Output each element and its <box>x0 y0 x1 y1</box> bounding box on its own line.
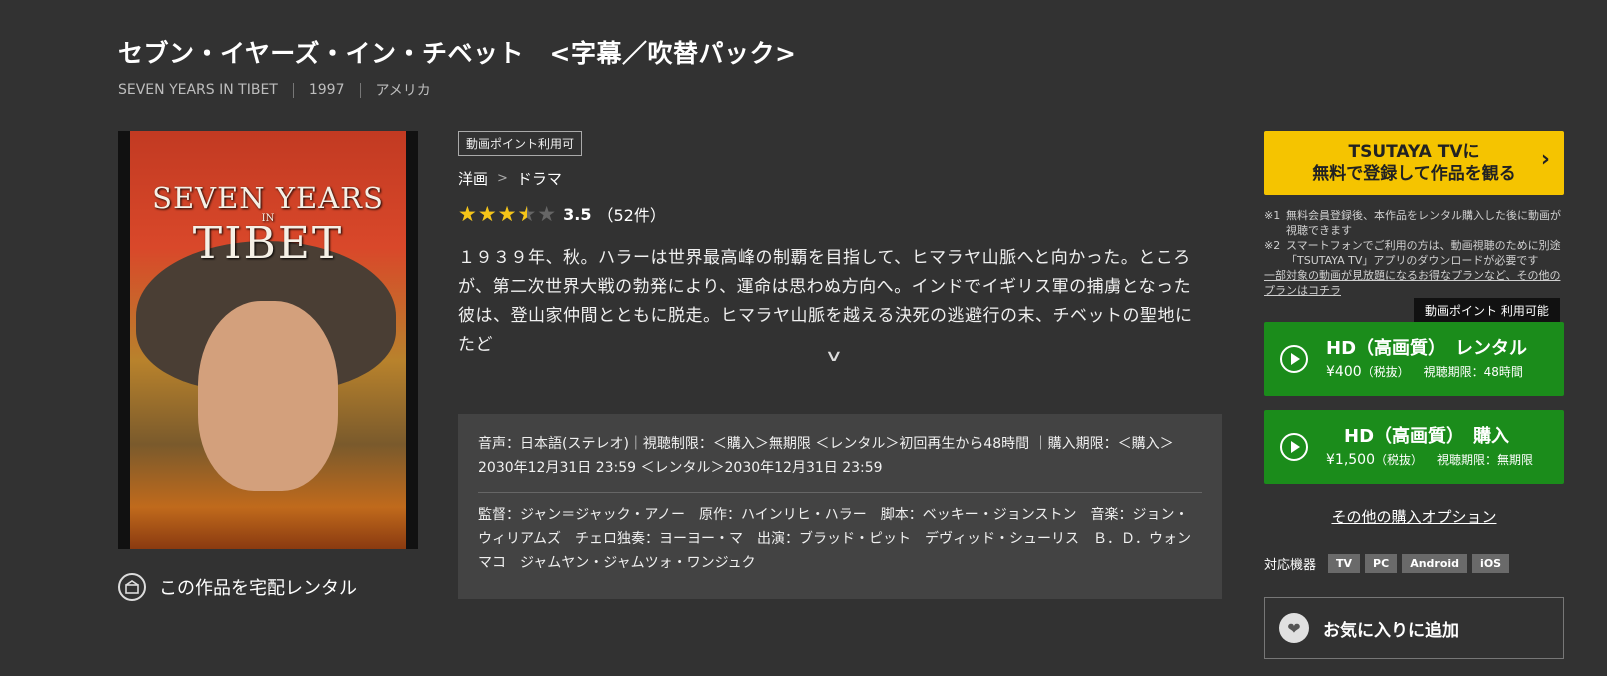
note-item: ※2 スマートフォンでご利用の方は、動画視聴のために別途「TSUTAYA TV」ア… <box>1264 238 1564 268</box>
rental-button[interactable]: HD（高画質） レンタル ¥400（税抜） 視聴期限：48時間 <box>1264 322 1564 396</box>
other-options-link[interactable]: その他の購入オプション <box>1264 506 1564 527</box>
title-meta: SEVEN YEARS IN TIBET 1997 アメリカ <box>118 80 431 100</box>
poster-title-line1: SEVEN YEARS <box>152 181 384 215</box>
country: アメリカ <box>375 83 431 99</box>
divider <box>359 82 361 98</box>
poster-face <box>198 301 338 491</box>
note-text: スマートフォンでご利用の方は、動画視聴のために別途「TSUTAYA TV」アプリ… <box>1286 239 1561 267</box>
divider <box>478 492 1202 493</box>
rating: ★★★★★ ★★★★★ 3.5 （52件） <box>458 202 666 226</box>
purchase-limit: 視聴期限：無期限 <box>1437 453 1534 467</box>
breadcrumb-item-subgenre[interactable]: ドラマ <box>517 168 562 189</box>
poster-title-line3: TIBET <box>192 218 344 269</box>
device-badge-tv: TV <box>1328 554 1361 573</box>
divider <box>292 82 294 98</box>
release-year: 1997 <box>308 82 345 98</box>
play-icon <box>1280 345 1308 373</box>
devices-label: 対応機器 <box>1264 558 1317 573</box>
rating-score: 3.5 <box>563 204 592 224</box>
note-key: ※2 <box>1264 239 1281 252</box>
info-box: 音声：日本語(ステレオ)｜視聴制限：＜購入＞無期限 ＜レンタル＞初回再生から48… <box>458 414 1222 599</box>
synopsis: １９３９年、秋。ハラーは世界最高峰の制覇を目指して、ヒマラヤ山脈へと向かった。と… <box>458 248 1193 355</box>
rental-price-line: ¥400（税抜） 視聴期限：48時間 <box>1326 363 1523 380</box>
cta-line1: TSUTAYA TVに <box>1348 142 1480 162</box>
notes: ※1 無料会員登録後、本作品をレンタル購入した後に動画が視聴できます ※2 スマート… <box>1264 208 1564 298</box>
favorite-label: お気に入りに追加 <box>1323 620 1459 641</box>
add-favorite-button[interactable]: ❤ お気に入りに追加 <box>1264 597 1564 659</box>
device-badge-android: Android <box>1402 554 1468 573</box>
purchase-button[interactable]: HD（高画質） 購入 ¥1,500（税抜） 視聴期限：無期限 <box>1264 410 1564 484</box>
purchase-price: ¥1,500 <box>1326 452 1375 468</box>
purchase-tax: （税抜） <box>1375 453 1424 467</box>
chevron-right-icon: › <box>1540 147 1550 172</box>
note-key: ※1 <box>1264 209 1281 222</box>
rating-count: （52件） <box>597 206 666 225</box>
page-title: セブン・イヤーズ・イン・チベット <字幕／吹替パック> <box>118 39 797 68</box>
rental-title: HD（高画質） レンタル <box>1326 338 1528 359</box>
chevron-right-icon: > <box>497 171 508 186</box>
point-tooltip: 動画ポイント 利用可能 <box>1414 298 1560 323</box>
home-rental-label: この作品を宅配レンタル <box>159 578 357 599</box>
note-item: ※1 無料会員登録後、本作品をレンタル購入した後に動画が視聴できます <box>1264 208 1564 238</box>
device-badge-ios: iOS <box>1472 554 1510 573</box>
rental-tax: （税抜） <box>1361 365 1410 379</box>
home-rental-link[interactable]: この作品を宅配レンタル <box>118 573 357 601</box>
play-icon <box>1280 433 1308 461</box>
rental-price: ¥400 <box>1326 364 1362 380</box>
rental-limit: 視聴期限：48時間 <box>1423 365 1523 379</box>
poster-title: SEVEN YEARS IN TIBET <box>118 181 418 269</box>
device-badge-pc: PC <box>1365 554 1398 573</box>
chevron-down-icon[interactable]: ∨ <box>824 346 843 365</box>
cta-line2: 無料で登録して作品を観る <box>1312 164 1516 184</box>
breadcrumb: 洋画 > ドラマ <box>458 168 562 189</box>
star-rating-icon: ★★★★★ ★★★★★ <box>458 201 558 226</box>
poster-image: SEVEN YEARS IN TIBET <box>118 131 418 549</box>
playback-info: 音声：日本語(ステレオ)｜視聴制限：＜購入＞無期限 ＜レンタル＞初回再生から48… <box>478 436 1174 476</box>
delivery-box-icon <box>118 573 146 601</box>
credits: 監督：ジャン＝ジャック・アノー 原作：ハインリヒ・ハラー 脚本：ベッキー・ジョン… <box>478 507 1206 571</box>
point-badge: 動画ポイント利用可 <box>458 131 583 156</box>
plan-link[interactable]: 一部対象の動画が見放題になるお得なプランなど、その他のプランはコチラ <box>1264 268 1564 298</box>
purchase-price-line: ¥1,500（税抜） 視聴期限：無期限 <box>1326 451 1533 468</box>
register-cta-button[interactable]: TSUTAYA TVに 無料で登録して作品を観る › <box>1264 131 1564 195</box>
heart-icon: ❤ <box>1279 613 1309 643</box>
original-title: SEVEN YEARS IN TIBET <box>118 82 278 98</box>
note-text: 無料会員登録後、本作品をレンタル購入した後に動画が視聴できます <box>1286 209 1561 237</box>
breadcrumb-item-genre[interactable]: 洋画 <box>458 168 488 189</box>
supported-devices: 対応機器 TV PC Android iOS <box>1264 554 1514 573</box>
purchase-title: HD（高画質） 購入 <box>1344 426 1510 447</box>
